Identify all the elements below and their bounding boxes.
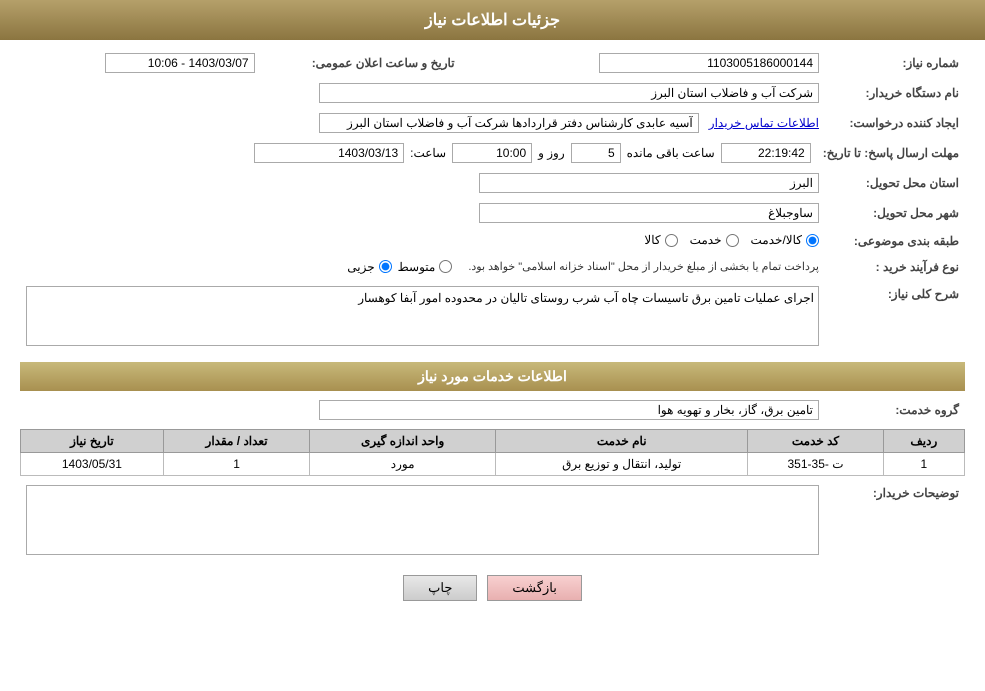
buyer-notes-textarea[interactable] [26, 485, 819, 555]
province-label: استان محل تحویل: [825, 170, 965, 196]
process-note: پرداخت تمام یا بخشی از مبلغ خریدار از مح… [468, 260, 819, 273]
category-kala-khadamat-radio[interactable] [806, 234, 819, 247]
category-khadamat-radio[interactable] [726, 234, 739, 247]
contact-link[interactable]: اطلاعات تماس خریدار [709, 116, 819, 130]
print-button[interactable]: چاپ [403, 575, 477, 601]
table-row: 1ت -35-351تولید، انتقال و توزیع برقمورد1… [21, 452, 965, 475]
need-number-input[interactable] [599, 53, 819, 73]
province-input[interactable] [479, 173, 819, 193]
process-motavaset-radio[interactable] [439, 260, 452, 273]
buyer-station-label: نام دستگاه خریدار: [825, 80, 965, 106]
page-header: جزئیات اطلاعات نیاز [0, 0, 985, 40]
back-button[interactable]: بازگشت [487, 575, 581, 601]
creator-input[interactable] [319, 113, 699, 133]
category-kala-label: کالا [644, 233, 660, 247]
process-jozi-radio[interactable] [379, 260, 392, 273]
category-khadamat-label: خدمت [690, 233, 722, 247]
col-row-num: ردیف [883, 429, 964, 452]
deadline-time-label: ساعت: [410, 146, 446, 160]
service-group-label: گروه خدمت: [825, 397, 965, 423]
public-announce-input[interactable] [105, 53, 255, 73]
col-unit: واحد اندازه گیری [310, 429, 496, 452]
process-jozi-label: جزیی [347, 260, 374, 274]
category-label: طبقه بندی موضوعی: [825, 230, 965, 253]
buyer-station-input[interactable] [319, 83, 819, 103]
need-number-label: شماره نیاز: [825, 50, 965, 76]
service-group-input[interactable] [319, 400, 819, 420]
header-title: جزئیات اطلاعات نیاز [425, 12, 560, 29]
buyer-notes-label: توضیحات خریدار: [825, 482, 965, 561]
deadline-day-label: روز و [538, 146, 565, 160]
public-announce-label: تاریخ و ساعت اعلان عمومی: [261, 50, 461, 76]
category-kala-radio[interactable] [665, 234, 678, 247]
col-date: تاریخ نیاز [21, 429, 164, 452]
services-section-title: اطلاعات خدمات مورد نیاز [20, 362, 965, 391]
city-input[interactable] [479, 203, 819, 223]
deadline-time-input[interactable] [452, 143, 532, 163]
deadline-days-input[interactable] [571, 143, 621, 163]
col-service-code: کد خدمت [748, 429, 883, 452]
col-quantity: تعداد / مقدار [163, 429, 309, 452]
deadline-countdown-input[interactable] [721, 143, 811, 163]
deadline-date-input[interactable] [254, 143, 404, 163]
deadline-label: مهلت ارسال پاسخ: تا تاریخ: [817, 140, 965, 166]
need-desc-label: شرح کلی نیاز: [825, 283, 965, 352]
creator-label: ایجاد کننده درخواست: [825, 110, 965, 136]
deadline-countdown-label: ساعت باقی مانده [627, 146, 715, 160]
process-motavaset-label: متوسط [398, 260, 436, 274]
col-service-name: نام خدمت [496, 429, 748, 452]
need-desc-textarea[interactable] [26, 286, 819, 346]
category-kala-khadamat-label: کالا/خدمت [751, 233, 802, 247]
button-bar: بازگشت چاپ [20, 575, 965, 601]
process-type-label: نوع فرآیند خرید : [825, 257, 965, 277]
services-table: ردیف کد خدمت نام خدمت واحد اندازه گیری ت… [20, 429, 965, 476]
city-label: شهر محل تحویل: [825, 200, 965, 226]
